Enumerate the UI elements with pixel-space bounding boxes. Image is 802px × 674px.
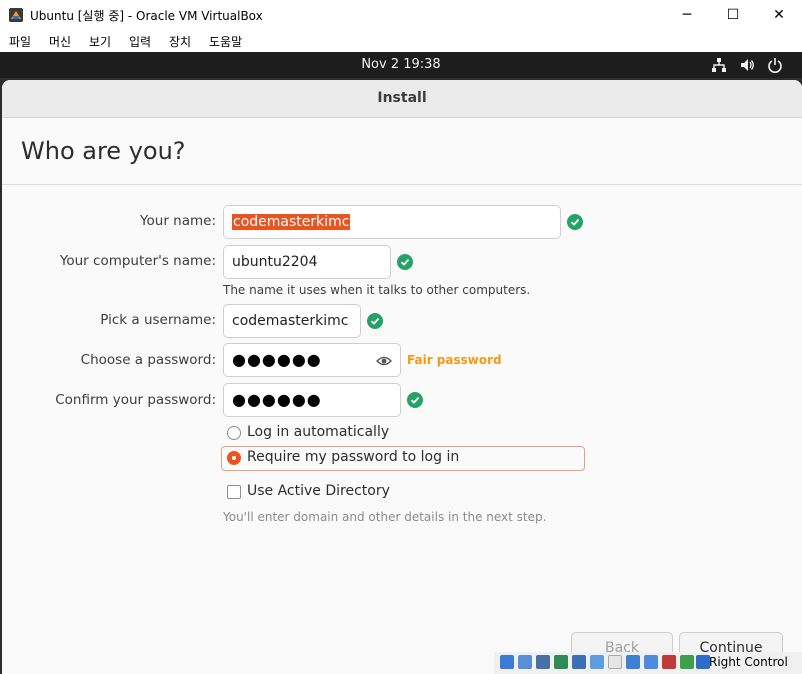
username-input[interactable]: codemasterkimc xyxy=(223,304,361,338)
active-directory-hint: You'll enter domain and other details in… xyxy=(223,510,547,524)
valid-check-icon xyxy=(407,392,423,408)
shared-folders-icon[interactable] xyxy=(590,655,604,669)
valid-check-icon xyxy=(397,254,413,270)
installer-window: Install Who are you? Your name: codemast… xyxy=(2,80,802,674)
window-titlebar: Ubuntu [실행 중] - Oracle VM VirtualBox ─ ☐… xyxy=(0,0,802,30)
confirm-password-label: Confirm your password: xyxy=(55,392,216,408)
login-automatically-radio[interactable] xyxy=(227,426,241,440)
username-label: Pick a username: xyxy=(100,312,216,328)
computer-name-input[interactable]: ubuntu2204 xyxy=(223,245,391,279)
username-value: codemasterkimc xyxy=(232,313,349,329)
require-password-option[interactable]: Require my password to log in xyxy=(221,446,585,471)
usb-icon[interactable] xyxy=(572,655,586,669)
password-strength: Fair password xyxy=(407,353,502,367)
ubuntu-top-bar: Nov 2 19:38 xyxy=(0,52,802,78)
menu-help[interactable]: 도움말 xyxy=(209,33,242,50)
virtualbox-app-icon xyxy=(9,8,23,22)
installer-headerbar: Install xyxy=(2,80,802,118)
require-password-label: Require my password to log in xyxy=(247,449,460,465)
menu-input[interactable]: 입력 xyxy=(129,33,151,50)
close-button[interactable]: ✕ xyxy=(756,0,802,30)
screen-icon[interactable] xyxy=(644,655,658,669)
menu-devices[interactable]: 장치 xyxy=(169,33,191,50)
mouse-integration-icon[interactable] xyxy=(680,655,694,669)
display-icon[interactable] xyxy=(608,655,622,669)
installer-title: Install xyxy=(377,90,427,106)
page-title: Who are you? xyxy=(21,137,186,165)
minimize-button[interactable]: ─ xyxy=(664,0,710,30)
keyboard-capture-icon[interactable] xyxy=(696,655,710,669)
your-name-value: codemasterkimc xyxy=(232,214,351,230)
cpu-icon[interactable] xyxy=(662,655,676,669)
login-automatically-option[interactable]: Log in automatically xyxy=(222,422,582,446)
power-icon[interactable] xyxy=(767,57,783,73)
window-title: Ubuntu [실행 중] - Oracle VM VirtualBox xyxy=(30,9,263,23)
valid-check-icon xyxy=(567,214,583,230)
volume-icon[interactable] xyxy=(739,57,755,73)
computer-name-label: Your computer's name: xyxy=(59,253,216,269)
confirm-password-value: ●●●●●● xyxy=(232,390,322,409)
password-value: ●●●●●● xyxy=(232,350,322,369)
password-input[interactable]: ●●●●●● xyxy=(223,343,401,377)
menu-machine[interactable]: 머신 xyxy=(49,33,71,50)
login-automatically-label: Log in automatically xyxy=(247,424,390,440)
hard-disk-icon[interactable] xyxy=(500,655,514,669)
menu-view[interactable]: 보기 xyxy=(89,33,111,50)
active-directory-option[interactable]: Use Active Directory xyxy=(222,481,582,505)
network-icon[interactable] xyxy=(711,57,727,73)
computer-name-hint: The name it uses when it talks to other … xyxy=(223,283,531,297)
title-divider xyxy=(2,184,802,185)
optical-drive-icon[interactable] xyxy=(518,655,532,669)
recording-icon[interactable] xyxy=(626,655,640,669)
host-key-label: Right Control xyxy=(709,655,788,669)
confirm-password-input[interactable]: ●●●●●● xyxy=(223,383,401,417)
menu-bar: 파일 머신 보기 입력 장치 도움말 xyxy=(0,30,802,52)
maximize-button[interactable]: ☐ xyxy=(710,0,756,30)
password-label: Choose a password: xyxy=(80,352,216,368)
show-password-eye-icon[interactable] xyxy=(376,353,392,369)
clock[interactable]: Nov 2 19:38 xyxy=(0,57,802,72)
virtualbox-statusbar: Right Control xyxy=(494,652,802,674)
require-password-radio[interactable] xyxy=(227,451,241,465)
your-name-input[interactable]: codemasterkimc xyxy=(223,205,561,239)
menu-file[interactable]: 파일 xyxy=(9,33,31,50)
active-directory-checkbox[interactable] xyxy=(227,485,241,499)
active-directory-label: Use Active Directory xyxy=(247,483,390,499)
computer-name-value: ubuntu2204 xyxy=(232,254,318,270)
valid-check-icon xyxy=(367,313,383,329)
network-adapter-icon[interactable] xyxy=(554,655,568,669)
your-name-label: Your name: xyxy=(140,213,216,229)
audio-icon[interactable] xyxy=(536,655,550,669)
